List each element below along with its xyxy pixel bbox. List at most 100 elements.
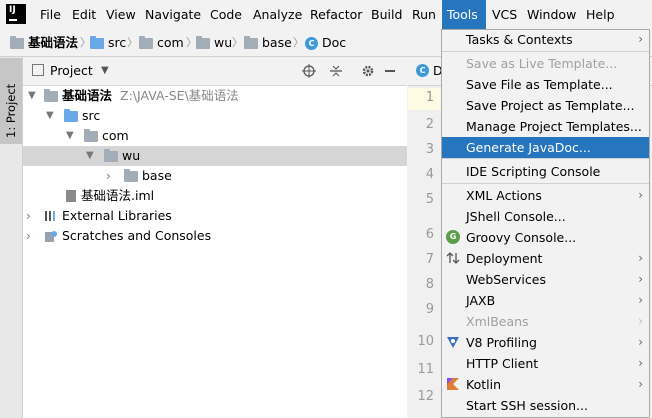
- menu-item-manage-project-templates[interactable]: Manage Project Templates...: [442, 116, 649, 137]
- package-icon: [139, 36, 153, 49]
- menu-item-jaxb[interactable]: JAXB ›: [442, 290, 649, 311]
- gear-icon[interactable]: [361, 64, 375, 78]
- tree-label: 基础语法.iml: [81, 188, 155, 203]
- breadcrumb-project[interactable]: 基础语法: [10, 30, 78, 56]
- module-folder-icon: [44, 89, 58, 102]
- locate-icon[interactable]: [302, 64, 316, 78]
- menu-item-webservices[interactable]: WebServices ›: [442, 269, 649, 290]
- package-icon: [244, 36, 258, 49]
- chevron-right-icon: ›: [638, 32, 643, 46]
- project-tool-tab[interactable]: 1: Project: [0, 58, 22, 144]
- menu-item-label: XmlBeans: [466, 314, 529, 329]
- tree-row-base[interactable]: › base: [23, 166, 407, 186]
- breadcrumb-wu[interactable]: wu: [196, 30, 232, 56]
- menu-item-xml-actions[interactable]: XML Actions ›: [442, 185, 649, 206]
- menu-item-deployment[interactable]: Deployment ›: [442, 248, 649, 269]
- menu-item-ide-scripting-console[interactable]: IDE Scripting Console: [442, 161, 649, 182]
- menu-bar: IJ File Edit View Navigate Code Analyze …: [0, 0, 652, 30]
- package-icon: [124, 169, 138, 182]
- folder-icon: [10, 36, 24, 49]
- scratches-icon: [45, 231, 57, 242]
- line-number: 10: [417, 334, 434, 349]
- line-number: 11: [417, 362, 434, 377]
- menu-refactor[interactable]: Refactor: [305, 0, 367, 30]
- chevron-right-icon: ›: [638, 188, 643, 202]
- chevron-right-icon: ›: [638, 335, 643, 349]
- breadcrumb-src-label: src: [108, 35, 127, 50]
- collapse-all-icon[interactable]: [329, 64, 343, 78]
- tree-row-external-libraries[interactable]: › External Libraries: [23, 206, 407, 226]
- breadcrumb-src[interactable]: src: [90, 30, 126, 56]
- menu-tools[interactable]: Tools: [442, 0, 486, 30]
- menu-item-label: Save File as Template...: [466, 77, 613, 92]
- tree-label: src: [82, 108, 101, 123]
- tree-row-iml[interactable]: 基础语法.iml: [23, 186, 407, 206]
- chevron-right-icon: ›: [638, 272, 643, 286]
- menu-item-save-project-template[interactable]: Save Project as Template...: [442, 95, 649, 116]
- chevron-right-icon: ›: [638, 356, 643, 370]
- menu-separator: [442, 51, 649, 52]
- tree-label: 基础语法: [62, 88, 113, 103]
- tree-row-scratches[interactable]: › Scratches and Consoles: [23, 226, 407, 246]
- class-icon: C: [305, 37, 318, 50]
- line-number: 5: [425, 192, 434, 207]
- line-number: 12: [417, 389, 434, 404]
- chevron-right-icon: ›: [638, 314, 643, 328]
- menu-item-save-live-template[interactable]: Save as Live Template...: [442, 53, 649, 74]
- menu-item-label: Groovy Console...: [466, 230, 577, 245]
- chevron-down-icon[interactable]: ▼: [86, 146, 94, 166]
- line-number: 7: [425, 252, 434, 267]
- menu-item-tasks-contexts[interactable]: Tasks & Contexts ›: [442, 29, 649, 50]
- menu-item-label: Manage Project Templates...: [466, 119, 642, 134]
- breadcrumb-doc[interactable]: C Doc: [305, 30, 346, 56]
- menu-code[interactable]: Code: [205, 0, 247, 30]
- breadcrumb-com[interactable]: com: [139, 30, 184, 56]
- chevron-down-icon[interactable]: ▼: [66, 126, 74, 146]
- menu-item-jshell-console[interactable]: JShell Console...: [442, 206, 649, 227]
- chevron-right-icon[interactable]: ›: [26, 226, 31, 246]
- package-icon: [196, 36, 210, 49]
- menu-navigate[interactable]: Navigate: [140, 0, 206, 30]
- menu-help[interactable]: Help: [581, 0, 620, 30]
- intellij-logo-icon: IJ: [6, 4, 26, 24]
- menu-item-generate-javadoc[interactable]: Generate JavaDoc...: [442, 137, 649, 158]
- project-view-label[interactable]: Project: [50, 57, 93, 85]
- breadcrumb-com-label: com: [157, 35, 184, 50]
- tree-row-com[interactable]: ▼ com: [23, 126, 407, 146]
- tree-row-wu[interactable]: ▼ wu: [23, 146, 407, 166]
- chevron-right-icon: 〉: [127, 36, 138, 49]
- menu-vcs[interactable]: VCS: [487, 0, 522, 30]
- menu-item-save-file-template[interactable]: Save File as Template...: [442, 74, 649, 95]
- hide-panel-icon[interactable]: [385, 70, 395, 72]
- chevron-down-icon[interactable]: ▼: [46, 106, 54, 126]
- v8-icon: [447, 337, 459, 348]
- project-tool-tab-label: 1: Project: [4, 83, 18, 138]
- line-number: 2: [425, 117, 434, 132]
- menu-item-groovy-console[interactable]: G Groovy Console...: [442, 227, 649, 248]
- tree-label: wu: [122, 148, 141, 163]
- menu-edit[interactable]: Edit: [67, 0, 101, 30]
- menu-view[interactable]: View: [101, 0, 141, 30]
- menu-item-xmlbeans[interactable]: XmlBeans ›: [442, 311, 649, 332]
- menu-file[interactable]: File: [35, 0, 66, 30]
- chevron-right-icon[interactable]: ›: [26, 206, 31, 226]
- menu-run[interactable]: Run: [407, 0, 441, 30]
- menu-build[interactable]: Build: [366, 0, 407, 30]
- menu-item-v8-profiling[interactable]: V8 Profiling ›: [442, 332, 649, 353]
- menu-analyze[interactable]: Analyze: [248, 0, 307, 30]
- breadcrumb-base[interactable]: base: [244, 30, 292, 56]
- chevron-right-icon[interactable]: ›: [106, 166, 111, 186]
- tree-label: com: [102, 128, 129, 143]
- menu-window[interactable]: Window: [522, 0, 581, 30]
- breadcrumb-wu-label: wu: [214, 35, 233, 50]
- tree-row-src[interactable]: ▼ src: [23, 106, 407, 126]
- chevron-right-icon: 〉: [232, 36, 243, 49]
- tree-row-project-root[interactable]: ▼ 基础语法 Z:\JAVA-SE\基础语法: [23, 86, 407, 106]
- menu-item-http-client[interactable]: HTTP Client ›: [442, 353, 649, 374]
- dropdown-arrow-icon[interactable]: ▼: [101, 57, 109, 85]
- menu-item-start-ssh-session[interactable]: Start SSH session...: [442, 395, 649, 416]
- chevron-down-icon[interactable]: ▼: [28, 86, 36, 106]
- menu-item-kotlin[interactable]: Kotlin ›: [442, 374, 649, 395]
- menu-separator: [442, 183, 649, 184]
- line-number: 9: [425, 302, 434, 317]
